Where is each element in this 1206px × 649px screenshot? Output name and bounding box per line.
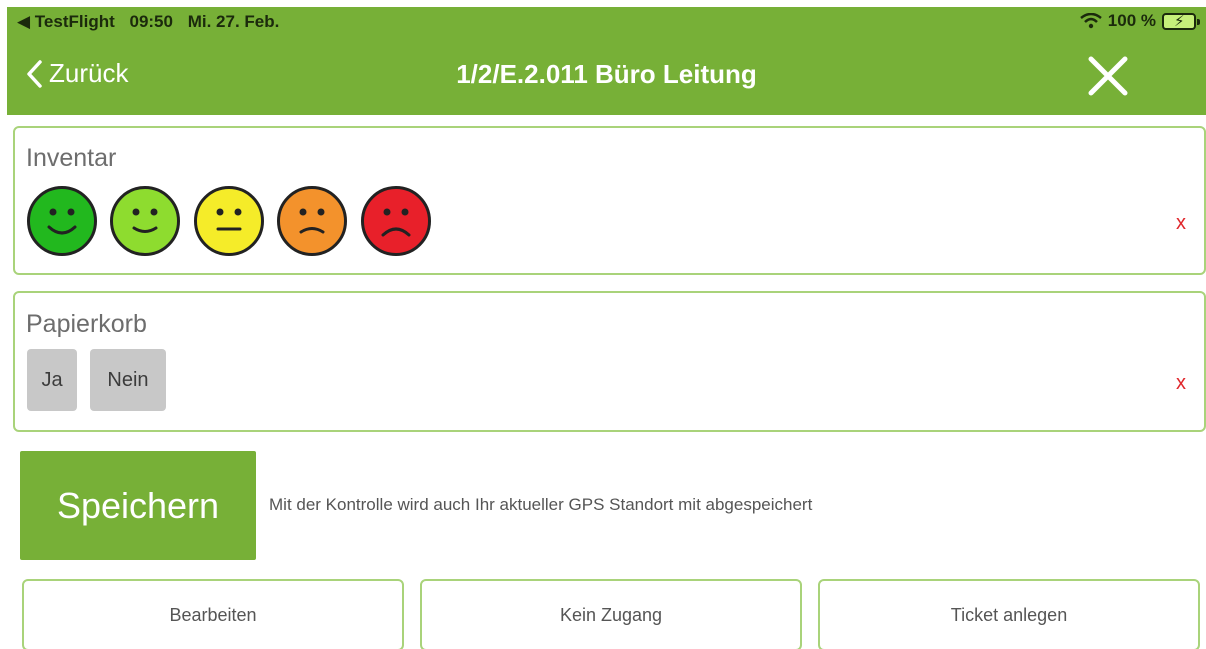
status-date: Mi. 27. Feb.	[187, 12, 280, 31]
header-bar: ◀ TestFlight 09:50 Mi. 27. Feb. 100 % ⚡ …	[7, 7, 1206, 115]
battery-icon: ⚡	[1162, 12, 1200, 30]
rating-happy-icon[interactable]	[110, 186, 180, 256]
rating-sad-icon[interactable]	[277, 186, 347, 256]
yes-button[interactable]: Ja	[27, 349, 77, 411]
papierkorb-clear-button[interactable]: x	[1176, 372, 1186, 395]
battery-percent: 100 %	[1107, 11, 1156, 30]
inventar-title: Inventar	[26, 144, 117, 172]
no-button[interactable]: Nein	[90, 349, 166, 411]
rating-very-sad-icon[interactable]	[361, 186, 431, 256]
wifi-icon	[1080, 13, 1102, 29]
create-ticket-button[interactable]: Ticket anlegen	[818, 579, 1200, 649]
status-back-app[interactable]: ◀ TestFlight	[17, 12, 115, 31]
page-title: 1/2/E.2.011 Büro Leitung	[456, 59, 757, 89]
papierkorb-title: Papierkorb	[26, 310, 147, 338]
inventar-card: Inventar x	[13, 126, 1206, 275]
rating-very-happy-icon[interactable]	[27, 186, 97, 256]
status-bar: ◀ TestFlight 09:50 Mi. 27. Feb. 100 % ⚡	[7, 7, 1206, 41]
inventar-clear-button[interactable]: x	[1176, 212, 1186, 235]
rating-neutral-icon[interactable]	[194, 186, 264, 256]
save-button[interactable]: Speichern	[20, 451, 256, 560]
gps-note: Mit der Kontrolle wird auch Ihr aktuelle…	[269, 495, 813, 514]
status-time: 09:50	[129, 12, 173, 31]
edit-button[interactable]: Bearbeiten	[22, 579, 404, 649]
close-icon[interactable]	[1087, 55, 1129, 97]
no-access-button[interactable]: Kein Zugang	[420, 579, 802, 649]
papierkorb-card: Papierkorb Ja Nein x	[13, 291, 1206, 432]
